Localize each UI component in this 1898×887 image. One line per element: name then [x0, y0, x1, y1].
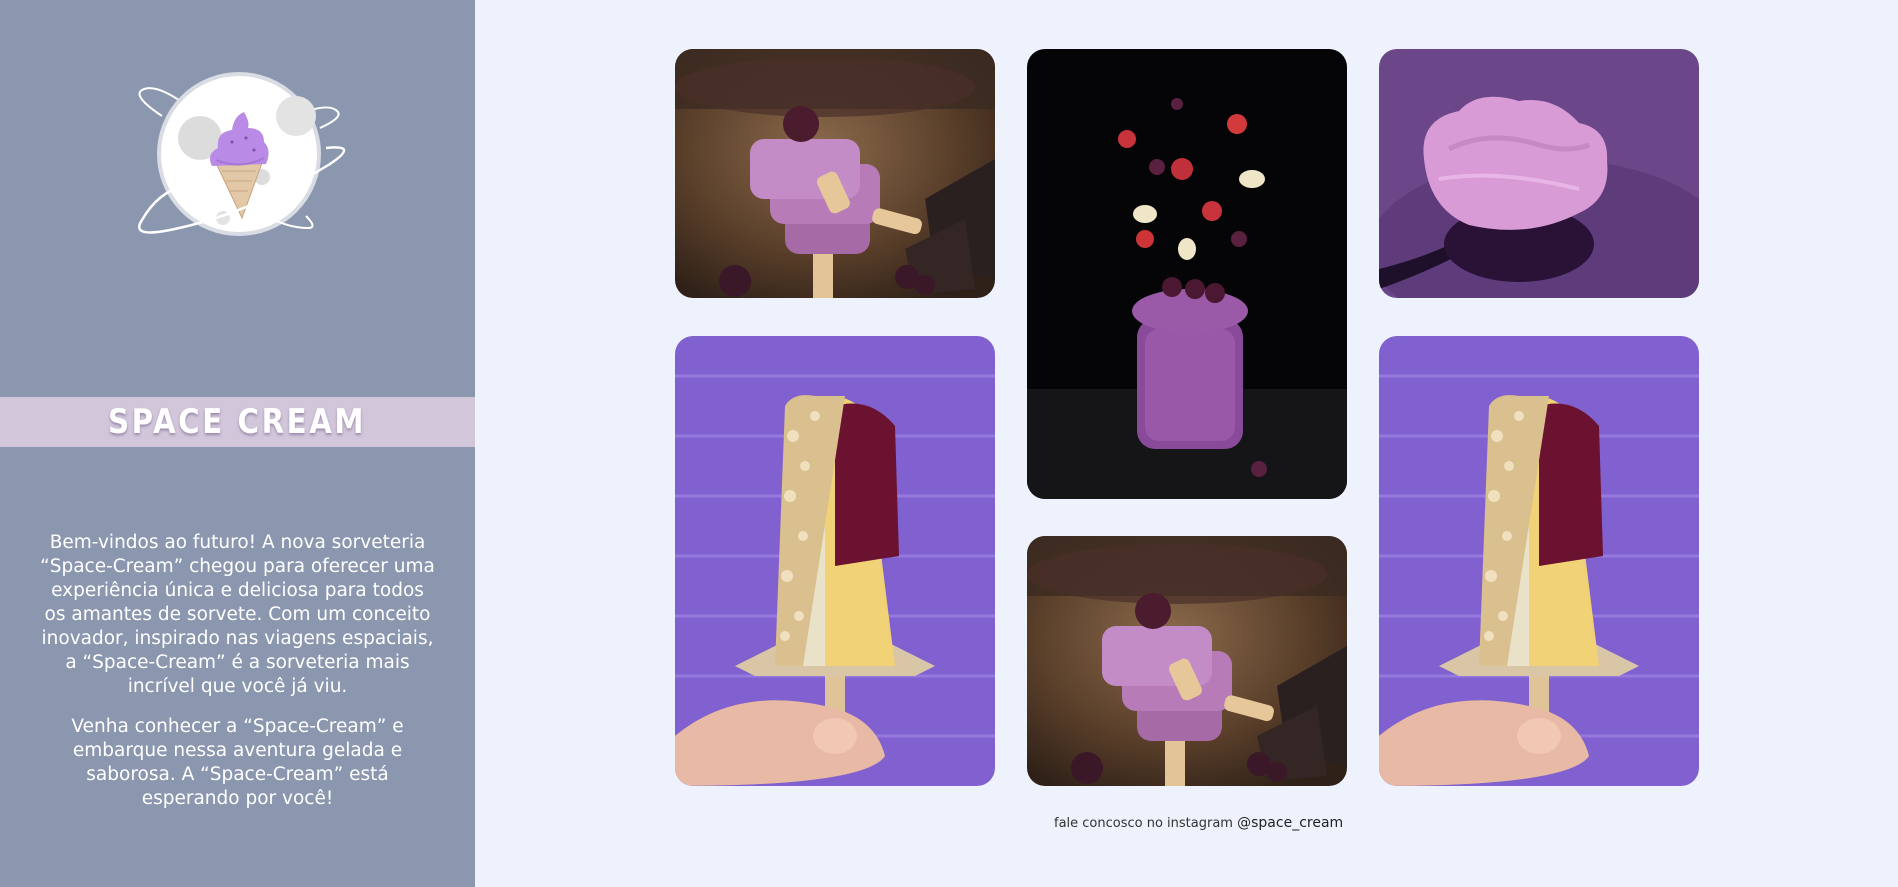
logo: [130, 68, 350, 238]
instagram-note: fale concosco no instagram @space_cream: [1054, 815, 1343, 831]
sidebar: SPACE CREAM Bem-vindos ao futuro! A nova…: [0, 0, 475, 887]
instagram-handle-link[interactable]: @space_cream: [1237, 815, 1343, 831]
intro-text: Bem-vindos ao futuro! A nova sorveteria …: [40, 531, 435, 827]
instagram-note-text: fale concosco no instagram: [1054, 816, 1233, 831]
gallery-image-nut-popsicle: [675, 336, 995, 786]
intro-paragraph-2: Venha conhecer a “Space-Cream” e embarqu…: [71, 716, 404, 809]
gallery-image-ice-cream-spoon: [1379, 49, 1699, 298]
intro-paragraph-1: Bem-vindos ao futuro! A nova sorveteria …: [40, 532, 435, 697]
gallery-image-smoothie-jar: [1027, 49, 1347, 499]
brand-banner: SPACE CREAM: [0, 397, 475, 447]
page: SPACE CREAM Bem-vindos ao futuro! A nova…: [0, 0, 1898, 887]
gallery-image-stacked-popsicles: [675, 49, 995, 298]
gallery-image-stacked-popsicles-2: [1027, 536, 1347, 786]
brand-title: SPACE CREAM: [108, 402, 367, 442]
ice-cream-planet-icon: [138, 72, 346, 236]
gallery-image-nut-popsicle-2: [1379, 336, 1699, 786]
